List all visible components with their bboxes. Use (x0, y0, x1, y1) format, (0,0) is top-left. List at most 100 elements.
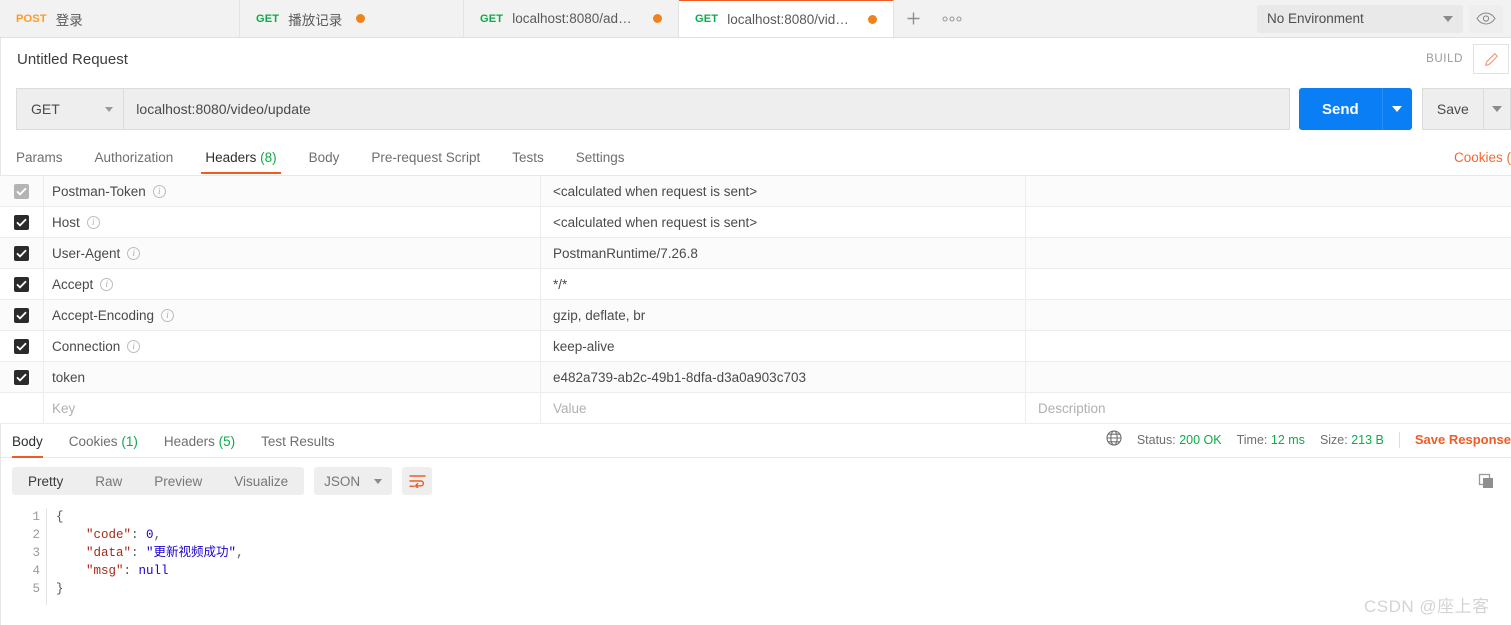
response-tab-cookies[interactable]: Cookies (1) (69, 434, 138, 457)
header-value-cell[interactable]: e482a739-ab2c-49b1-8dfa-d3a0a903c703 (541, 362, 1026, 392)
body-view-raw[interactable]: Raw (79, 467, 138, 495)
info-icon[interactable]: i (161, 308, 175, 322)
response-meta: Status: 200 OK Time: 12 ms Size: 213 B S… (1106, 430, 1511, 457)
tab-name-label: 登录 (55, 12, 83, 28)
copy-response-button[interactable] (1473, 468, 1499, 494)
header-key-cell[interactable]: Accept-Encoding i (44, 300, 541, 330)
row-checkbox[interactable] (14, 307, 29, 323)
new-header-description-input[interactable]: Description (1026, 393, 1511, 423)
header-key-cell[interactable]: Host i (44, 207, 541, 237)
header-description-cell[interactable] (1026, 362, 1511, 392)
header-key-cell[interactable]: Postman-Token i (44, 176, 541, 206)
tab-label: Test Results (261, 434, 335, 449)
status-value: 200 OK (1179, 432, 1222, 447)
header-description-cell[interactable] (1026, 331, 1511, 361)
header-description-cell[interactable] (1026, 207, 1511, 237)
send-options-button[interactable] (1381, 88, 1412, 130)
header-value-cell[interactable]: gzip, deflate, br (541, 300, 1026, 330)
request-title-actions: BUILD (1426, 44, 1511, 74)
header-description-cell[interactable] (1026, 269, 1511, 299)
row-checkbox[interactable] (14, 276, 29, 292)
http-method-selector[interactable]: GET (16, 88, 124, 130)
header-key-cell[interactable]: token (44, 362, 541, 392)
value-placeholder: Value (553, 400, 587, 416)
word-wrap-button[interactable] (402, 467, 433, 495)
save-button[interactable]: Save (1421, 88, 1484, 130)
edit-request-button[interactable] (1473, 44, 1509, 74)
table-row[interactable]: Postman-Token i <calculated when request… (0, 176, 1511, 207)
request-tab-4-active[interactable]: GET localhost:8080/video/update (679, 0, 894, 37)
table-row[interactable]: Accept i */* (0, 269, 1511, 300)
table-row-new[interactable]: Key Value Description (0, 393, 1511, 424)
info-icon[interactable]: i (127, 246, 141, 260)
body-view-preview[interactable]: Preview (138, 467, 218, 495)
new-tab-button[interactable] (894, 0, 932, 37)
body-format-selector[interactable]: JSON (314, 467, 393, 495)
response-tab-headers[interactable]: Headers (5) (164, 434, 235, 457)
environment-quick-look-button[interactable] (1469, 4, 1503, 33)
tab-params[interactable]: Params (16, 150, 63, 174)
new-header-value-input[interactable]: Value (541, 393, 1026, 423)
request-tab-3[interactable]: GET localhost:8080/admin/video/or... (464, 0, 679, 37)
header-key-cell[interactable]: Connection i (44, 331, 541, 361)
tab-options-button[interactable] (932, 0, 972, 37)
header-key-cell[interactable]: Accept i (44, 269, 541, 299)
unsaved-dot-icon[interactable] (356, 14, 366, 23)
request-tab-1[interactable]: POST 登录 (0, 0, 240, 37)
response-body-viewer[interactable]: 1 2 3 4 5 { "code": 0, "data": "更新视频成功",… (12, 503, 1511, 625)
save-response-link[interactable]: Save Response (1415, 432, 1511, 447)
info-icon[interactable]: i (127, 339, 141, 353)
send-button[interactable]: Send (1298, 88, 1382, 130)
header-value-text: <calculated when request is sent> (553, 214, 758, 230)
time-label: Time: (1236, 432, 1268, 447)
header-value-text: PostmanRuntime/7.26.8 (553, 245, 698, 261)
header-description-cell[interactable] (1026, 300, 1511, 330)
table-row[interactable]: token e482a739-ab2c-49b1-8dfa-d3a0a903c7… (0, 362, 1511, 393)
url-input[interactable]: localhost:8080/video/update (123, 88, 1290, 130)
header-value-cell[interactable]: PostmanRuntime/7.26.8 (541, 238, 1026, 268)
row-checkbox-cell (0, 331, 44, 361)
request-title-row: Untitled Request BUILD (0, 38, 1511, 80)
row-checkbox[interactable] (14, 245, 29, 261)
table-row[interactable]: User-Agent i PostmanRuntime/7.26.8 (0, 238, 1511, 269)
tab-body[interactable]: Body (309, 150, 340, 174)
tab-settings[interactable]: Settings (576, 150, 625, 174)
request-tab-2[interactable]: GET 播放记录 (240, 0, 464, 37)
header-key-text: token (52, 369, 86, 385)
header-value-cell[interactable]: */* (541, 269, 1026, 299)
header-value-cell[interactable]: <calculated when request is sent> (541, 176, 1026, 206)
cookies-link[interactable]: Cookies ( (1454, 150, 1511, 165)
row-checkbox-cell (0, 269, 44, 299)
row-checkbox[interactable] (14, 369, 29, 385)
tab-headers[interactable]: Headers (8) (201, 150, 281, 174)
row-checkbox[interactable] (14, 338, 29, 354)
body-view-pretty[interactable]: Pretty (12, 467, 79, 495)
tab-method-label: GET (695, 13, 719, 25)
unsaved-dot-icon[interactable] (653, 14, 662, 23)
tab-count: (5) (218, 434, 236, 449)
tab-pre-request-script[interactable]: Pre-request Script (371, 150, 480, 174)
size-value: 213 B (1351, 432, 1384, 447)
save-options-button[interactable] (1483, 88, 1511, 130)
header-description-cell[interactable] (1026, 176, 1511, 206)
unsaved-dot-icon[interactable] (868, 14, 877, 24)
time-badge: Time: 12 ms (1237, 433, 1305, 447)
info-icon[interactable]: i (152, 184, 166, 198)
response-tab-test-results[interactable]: Test Results (261, 434, 335, 457)
environment-selector[interactable]: No Environment (1257, 4, 1463, 33)
table-row[interactable]: Host i <calculated when request is sent> (0, 207, 1511, 238)
new-header-key-input[interactable]: Key (44, 393, 541, 423)
header-key-cell[interactable]: User-Agent i (44, 238, 541, 268)
tab-tests[interactable]: Tests (512, 150, 544, 174)
header-value-cell[interactable]: keep-alive (541, 331, 1026, 361)
row-checkbox[interactable] (14, 214, 29, 230)
info-icon[interactable]: i (86, 215, 100, 229)
header-description-cell[interactable] (1026, 238, 1511, 268)
body-view-visualize[interactable]: Visualize (218, 467, 304, 495)
info-icon[interactable]: i (100, 277, 114, 291)
table-row[interactable]: Connection i keep-alive (0, 331, 1511, 362)
header-value-cell[interactable]: <calculated when request is sent> (541, 207, 1026, 237)
tab-authorization[interactable]: Authorization (95, 150, 174, 174)
response-tab-body[interactable]: Body (12, 434, 43, 458)
table-row[interactable]: Accept-Encoding i gzip, deflate, br (0, 300, 1511, 331)
